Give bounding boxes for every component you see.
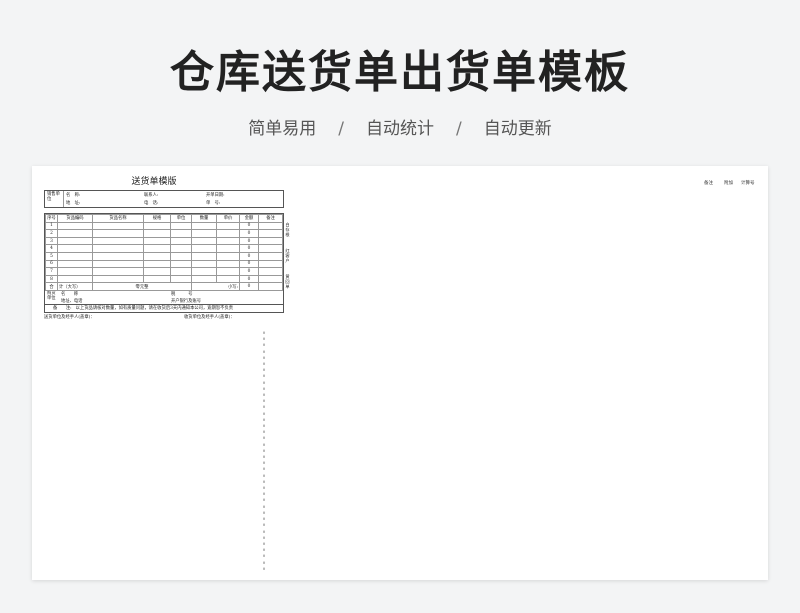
table-row: 10 (45, 221, 283, 231)
header-note: 备注 (704, 181, 713, 186)
col-header: 备注 (258, 214, 283, 223)
feature-auto-update: 自动更新 (483, 119, 552, 139)
buyer-block: 购货单位 名 称 税 号 地址、电话 开户银行及账号 (44, 290, 284, 304)
feature-auto-stats: 自动统计 (366, 119, 434, 139)
phone-label: 电 话: (144, 201, 159, 206)
buyer-address-label: 地址、电话 (61, 298, 83, 304)
total-upper-label: 计（大写） (57, 282, 93, 291)
separator: / (338, 119, 344, 139)
order-no-label: 单 号: (206, 201, 221, 206)
delivery-note-form: 送货单模版 销售单位 名 称: 联系人: 开单日期: 地 址: 电 话: 单 号… (44, 174, 290, 571)
header-extra: 附加 (724, 181, 733, 186)
items-table: 序号 货品编码 货品名称 规格 单位 数量 单价 金额 备注 10 20 30 … (45, 214, 283, 291)
header-calc-no: 计算号 (741, 181, 755, 186)
buyer-label: 购货单位 (47, 290, 56, 301)
table-header-row: 序号 货品编码 货品名称 规格 单位 数量 单价 金额 备注 (45, 214, 283, 223)
total-upper-value: 零元整 (92, 282, 192, 291)
col-header: 序号 (45, 214, 58, 223)
buyer-name-label: 名 称 (61, 292, 79, 298)
table-row: 70 (45, 267, 283, 276)
signature-row: 送货单位及经手人(盖章)： 收货单位及经手人(盖章)： (44, 314, 284, 320)
seller-label: 销售单位 (45, 191, 64, 207)
table-row: 80 (45, 274, 283, 284)
col-header: 货品编码 (57, 214, 93, 223)
bank-label: 开户银行及账号 (171, 298, 202, 304)
col-header: 单位 (170, 214, 192, 223)
small-value: 0 (239, 282, 259, 291)
side-note-white: 白存根 (285, 222, 290, 237)
banner-title: 仓库送货单出货单模板 (170, 47, 630, 98)
seller-block: 销售单位 名 称: 联系人: 开单日期: 地 址: 电 话: 单 号: (44, 190, 284, 208)
sender-signature: 送货单位及经手人(盖章)： (44, 314, 95, 320)
table-row: 40 (45, 244, 283, 253)
contact-label: 联系人: (144, 193, 159, 198)
separator: / (456, 119, 462, 139)
feature-easy: 简单易用 (248, 119, 317, 139)
col-header: 单价 (216, 214, 240, 223)
table-row: 60 (45, 259, 283, 269)
col-header: 数量 (191, 214, 217, 223)
table-row: 30 (45, 236, 283, 246)
name-label: 名 称: (66, 193, 81, 198)
note-label: 备 注: (53, 306, 72, 312)
col-header: 货品名称 (92, 214, 144, 223)
small-label: 小写: (191, 282, 240, 291)
address-label: 地 址: (66, 201, 81, 206)
side-note-red: 红客户 (285, 248, 290, 263)
total-row: 合 计（大写） 零元整 小写: 0 (45, 282, 283, 291)
tax-label: 税 号 (171, 292, 193, 298)
spreadsheet-preview: 备注 附加 计算号 送货单模版 销售单位 名 称: 联系人: 开单日期: 地 址… (32, 166, 768, 580)
feature-line: 简单易用 / 自动统计 / 自动更新 (0, 114, 800, 139)
note-row: 备 注: 以上货品请核对数量，如有质量问题，请在收货后3天内通知本公司，逾期恕不… (44, 303, 284, 313)
total-label: 合 (45, 282, 58, 291)
date-label: 开单日期: (206, 193, 225, 198)
items-block: 序号 货品编码 货品名称 规格 单位 数量 单价 金额 备注 10 20 30 … (44, 213, 284, 291)
zero-column: 000000000000000000000000000000000000000 (262, 330, 266, 572)
table-row: 20 (45, 229, 283, 238)
note-text: 以上货品请核对数量，如有质量问题，请在收货后3天内通知本公司，逾期恕不负责 (75, 306, 234, 312)
zero-cell: 0 (262, 565, 266, 571)
table-row: 50 (45, 251, 283, 261)
side-note-yellow: 黄回单 (285, 274, 290, 289)
col-header: 规格 (143, 214, 171, 223)
form-title: 送货单模版 (131, 177, 177, 187)
col-header: 金额 (239, 214, 259, 223)
receiver-signature: 收货单位及经手人(盖章)： (184, 314, 235, 320)
